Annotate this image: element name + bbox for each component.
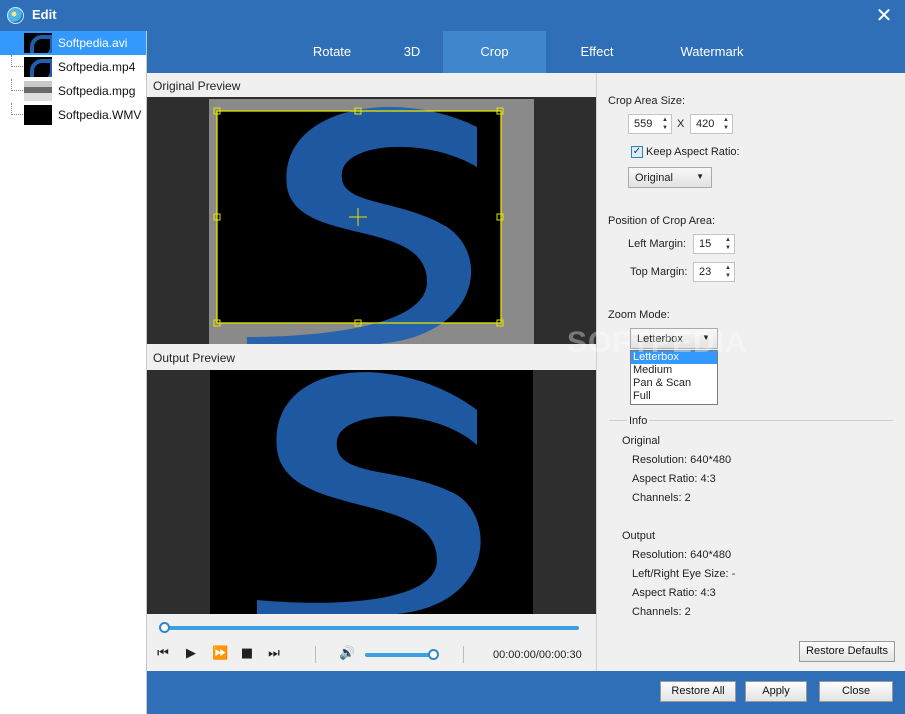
- left-margin-stepper[interactable]: 15 ▲ ▼: [693, 234, 735, 254]
- video-thumbnail: [24, 57, 52, 77]
- window-title: Edit: [32, 7, 57, 22]
- file-item-wmv[interactable]: Softpedia.WMV: [0, 103, 146, 127]
- volume-icon[interactable]: 🔊: [339, 647, 355, 661]
- spin-arrows-icon[interactable]: ▲ ▼: [723, 116, 729, 132]
- file-name: Softpedia.mpg: [58, 84, 136, 98]
- output-video-frame: [147, 370, 596, 614]
- keep-aspect-checkbox[interactable]: ✓: [631, 146, 643, 158]
- file-name: Softpedia.avi: [58, 36, 128, 50]
- output-heading: Output: [622, 530, 656, 542]
- original-heading: Original: [622, 435, 660, 447]
- top-margin-label: Top Margin:: [630, 266, 688, 278]
- watermark-logo: SOFTPEDIA: [567, 326, 748, 359]
- file-item-mp4[interactable]: Softpedia.mp4: [0, 55, 146, 79]
- output-preview: [147, 370, 596, 614]
- zoom-option-medium[interactable]: Medium: [631, 364, 717, 377]
- keep-aspect-label: Keep Aspect Ratio:: [646, 146, 740, 158]
- file-item-avi[interactable]: Softpedia.avi: [0, 31, 146, 55]
- spin-arrows-icon[interactable]: ▲ ▼: [662, 116, 668, 132]
- video-thumbnail: [24, 105, 52, 125]
- file-item-mpg[interactable]: Softpedia.mpg: [0, 79, 146, 103]
- original-aspect-ratio: Aspect Ratio: 4:3: [632, 473, 716, 485]
- crop-height-value: 420: [696, 118, 715, 130]
- tab-watermark[interactable]: Watermark: [662, 31, 762, 73]
- crop-settings-panel: Crop Area Size: 559 ▲ ▼ X 420 ▲ ▼ ✓ Keep A…: [596, 73, 905, 671]
- tab-effect[interactable]: Effect: [557, 31, 637, 73]
- left-margin-value: 15: [699, 238, 712, 250]
- restore-all-button[interactable]: Restore All: [660, 681, 736, 702]
- position-label: Position of Crop Area:: [608, 215, 716, 227]
- zoom-mode-label: Zoom Mode:: [608, 309, 670, 321]
- video-thumbnail: [24, 81, 52, 101]
- output-resolution: Resolution: 640*480: [632, 549, 732, 561]
- volume-knob[interactable]: [428, 649, 439, 660]
- size-separator: X: [677, 118, 685, 130]
- info-title: Info: [627, 415, 650, 427]
- seek-bar[interactable]: [164, 626, 579, 630]
- video-thumbnail: [24, 33, 52, 53]
- skip-back-icon[interactable]: ⏮: [156, 647, 170, 661]
- close-icon[interactable]: ✕: [873, 4, 895, 26]
- apply-button[interactable]: Apply: [745, 681, 807, 702]
- tree-connector: [11, 55, 23, 67]
- aspect-ratio-select[interactable]: Original ▼: [628, 167, 712, 188]
- top-margin-value: 23: [699, 266, 712, 278]
- crop-width-value: 559: [634, 118, 653, 130]
- app-icon: [7, 7, 24, 24]
- output-channels: Channels: 2: [632, 606, 691, 618]
- restore-defaults-button[interactable]: Restore Defaults: [799, 641, 895, 662]
- file-name: Softpedia.WMV: [58, 108, 142, 122]
- crop-height-stepper[interactable]: 420 ▲ ▼: [690, 114, 733, 134]
- file-name: Softpedia.mp4: [58, 60, 136, 74]
- bottom-bar: Restore All Apply Close: [147, 671, 905, 714]
- left-margin-label: Left Margin:: [628, 238, 687, 250]
- player-controls: ⏮ ▶ ⏩ ■ ⏭ 🔊 00:00:00/00:00:30: [147, 614, 596, 671]
- zoom-option-pan-scan[interactable]: Pan & Scan: [631, 377, 717, 390]
- tab-bar: Rotate 3D Crop Effect Watermark: [147, 31, 905, 73]
- close-button[interactable]: Close: [819, 681, 893, 702]
- output-aspect-ratio: Aspect Ratio: 4:3: [632, 587, 716, 599]
- crop-area-label: Crop Area Size:: [608, 95, 686, 107]
- zoom-option-full[interactable]: Full: [631, 390, 717, 403]
- volume-slider[interactable]: [365, 653, 435, 657]
- output-preview-label: Output Preview: [147, 345, 596, 369]
- file-list: Softpedia.avi Softpedia.mp4 Softpedia.mp…: [0, 31, 147, 714]
- chevron-down-icon: ▼: [696, 172, 704, 181]
- divider: [463, 646, 464, 663]
- stop-icon[interactable]: ■: [240, 647, 254, 661]
- tree-connector: [11, 79, 23, 91]
- play-icon[interactable]: ▶: [184, 647, 198, 661]
- divider: [315, 646, 316, 663]
- title-bar: Edit ✕: [0, 0, 905, 31]
- output-eye-size: Left/Right Eye Size: -: [632, 568, 736, 580]
- original-preview-label: Original Preview: [147, 73, 596, 97]
- tree-connector: [11, 103, 23, 115]
- seek-knob[interactable]: [159, 622, 170, 633]
- original-resolution: Resolution: 640*480: [632, 454, 732, 466]
- original-channels: Channels: 2: [632, 492, 691, 504]
- skip-forward-icon[interactable]: ⏭: [267, 647, 281, 661]
- fast-forward-icon[interactable]: ⏩: [212, 647, 228, 661]
- info-divider: [609, 420, 893, 421]
- original-preview: [147, 97, 596, 344]
- spin-arrows-icon[interactable]: ▲ ▼: [725, 236, 731, 252]
- aspect-ratio-value: Original: [635, 172, 673, 184]
- tab-crop[interactable]: Crop: [443, 31, 546, 73]
- top-margin-stepper[interactable]: 23 ▲ ▼: [693, 262, 735, 282]
- tab-rotate[interactable]: Rotate: [292, 31, 372, 73]
- tab-3d[interactable]: 3D: [377, 31, 447, 73]
- spin-arrows-icon[interactable]: ▲ ▼: [725, 264, 731, 280]
- crop-width-stepper[interactable]: 559 ▲ ▼: [628, 114, 672, 134]
- time-readout: 00:00:00/00:00:30: [493, 649, 582, 661]
- original-video-frame: [147, 97, 596, 344]
